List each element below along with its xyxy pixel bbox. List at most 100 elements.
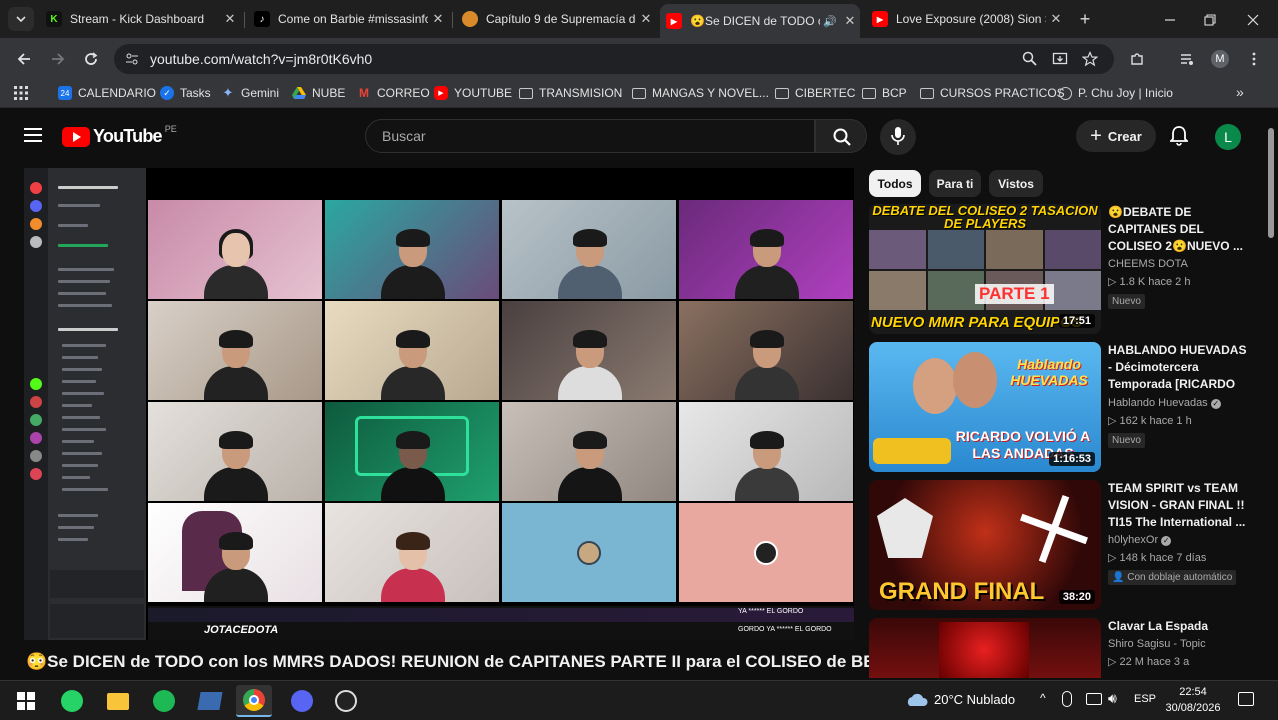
- channel-name[interactable]: Shiro Sagisu - Topic: [1108, 638, 1248, 650]
- video-thumbnail[interactable]: GRAND FINAL 38:20: [869, 480, 1101, 610]
- speaker-icon[interactable]: 🔊: [820, 15, 840, 28]
- chip-todos[interactable]: Todos: [869, 170, 921, 197]
- bookmark-mangas[interactable]: MANGAS Y NOVEL...: [632, 86, 769, 100]
- microphone-icon: [891, 127, 905, 145]
- taskbar-chrome[interactable]: [236, 685, 272, 717]
- close-window-button[interactable]: [1243, 10, 1263, 30]
- youtube-logo[interactable]: YouTube PE: [62, 124, 177, 147]
- channel-line: [58, 268, 114, 271]
- page-scrollbar[interactable]: [1264, 112, 1278, 678]
- taskbar-discord[interactable]: [284, 685, 320, 717]
- search-button[interactable]: [815, 119, 867, 153]
- logo-text: YouTube: [93, 126, 163, 146]
- apps-button[interactable]: [14, 86, 28, 105]
- bookmark-label: TRANSMISION: [539, 86, 623, 100]
- bookmark-bcp[interactable]: BCP: [862, 86, 907, 100]
- video-title[interactable]: TEAM SPIRIT vs TEAM VISION - GRAN FINAL …: [1108, 480, 1248, 531]
- browser-tab-1[interactable]: K Stream - Kick Dashboard ✕: [40, 6, 240, 32]
- video-title[interactable]: 😮DEBATE DE CAPITANES DEL COLISEO 2😮NUEVO…: [1108, 204, 1248, 255]
- address-bar[interactable]: youtube.com/watch?v=jm8r0tK6vh0: [114, 44, 1114, 74]
- browser-menu-button[interactable]: [1242, 47, 1266, 71]
- channel-line: [58, 328, 118, 331]
- chrome-icon: [243, 689, 265, 711]
- video-thumbnail[interactable]: [869, 618, 1101, 678]
- recommendation-item[interactable]: Clavar La Espada Shiro Sagisu - Topic ▷ …: [869, 618, 1249, 678]
- scrollbar-thumb[interactable]: [1268, 128, 1274, 238]
- reload-button[interactable]: [79, 47, 103, 71]
- restore-button[interactable]: [1200, 10, 1220, 30]
- video-title[interactable]: Clavar La Espada: [1108, 618, 1248, 635]
- browser-tab-4-active[interactable]: ▶ 😮Se DICEN de TODO c 🔊 ✕: [660, 4, 860, 38]
- back-button[interactable]: [12, 47, 36, 71]
- forward-button[interactable]: [46, 47, 70, 71]
- new-tab-button[interactable]: +: [1074, 8, 1096, 30]
- channel-line: [62, 452, 102, 455]
- bookmarks-overflow-button[interactable]: »: [1236, 84, 1244, 100]
- video-thumbnail[interactable]: Hablando HUEVADAS RICARDO VOLVIÓ A LAS A…: [869, 342, 1101, 472]
- bookmark-star-icon[interactable]: [1082, 51, 1098, 67]
- bookmark-transmision[interactable]: TRANSMISION: [519, 86, 622, 100]
- browser-tab-5[interactable]: ▶ Love Exposure (2008) Sion S ✕: [866, 6, 1066, 32]
- minimize-button[interactable]: [1160, 10, 1180, 30]
- create-button[interactable]: + Crear: [1076, 120, 1156, 152]
- recommendation-item[interactable]: DEBATE DEL COLISEO 2 TASACION DE PLAYERS…: [869, 204, 1249, 336]
- menu-button[interactable]: [24, 128, 42, 147]
- bookmark-tasks[interactable]: ✓ Tasks: [160, 86, 211, 100]
- microphone-tray-icon[interactable]: [1062, 691, 1072, 707]
- bookmark-cibertec[interactable]: CIBERTEC: [775, 86, 855, 100]
- language-indicator[interactable]: ESP: [1134, 693, 1156, 705]
- server-icon: [30, 218, 42, 230]
- tab-search-button[interactable]: [8, 7, 34, 31]
- close-icon[interactable]: ✕: [220, 11, 240, 27]
- video-title[interactable]: HABLANDO HUEVADAS - Décimotercera Tempor…: [1108, 342, 1248, 394]
- account-avatar[interactable]: L: [1215, 124, 1241, 150]
- install-app-icon[interactable]: [1052, 51, 1068, 67]
- taskbar-app[interactable]: [192, 685, 228, 717]
- video-thumbnail[interactable]: DEBATE DEL COLISEO 2 TASACION DE PLAYERS…: [869, 204, 1101, 334]
- search-input[interactable]: Buscar: [365, 119, 815, 153]
- bookmark-cursos[interactable]: CURSOS PRACTICOS: [920, 86, 1065, 100]
- bookmark-youtube[interactable]: ▶ YOUTUBE: [434, 86, 512, 100]
- tray-overflow-button[interactable]: ^: [1040, 691, 1046, 705]
- chip-vistos[interactable]: Vistos: [989, 170, 1043, 197]
- browser-tab-3[interactable]: Capítulo 9 de Supremacía de ✕: [456, 6, 656, 32]
- bookmark-correo[interactable]: M CORREO: [357, 86, 430, 100]
- profile-avatar[interactable]: M: [1211, 50, 1229, 68]
- channel-name[interactable]: Hablando Huevadas ✓: [1108, 397, 1248, 409]
- start-button[interactable]: [8, 685, 44, 717]
- taskbar-obs[interactable]: [328, 685, 364, 717]
- bell-icon: [1168, 126, 1190, 146]
- video-player[interactable]: JOTACEDOTA YA ****** EL GORDO GORDO YA *…: [24, 168, 854, 640]
- bookmark-calendario[interactable]: 24 CALENDARIO: [58, 86, 156, 100]
- close-icon[interactable]: ✕: [840, 13, 860, 29]
- notifications-center-button[interactable]: [1238, 692, 1254, 706]
- zoom-icon[interactable]: [1022, 51, 1038, 67]
- browser-tab-2[interactable]: ♪ Come on Barbie #missasinfo ✕: [248, 6, 448, 32]
- close-icon[interactable]: ✕: [428, 11, 448, 27]
- network-icon[interactable]: [1086, 693, 1102, 705]
- recommendation-item[interactable]: GRAND FINAL 38:20 TEAM SPIRIT vs TEAM VI…: [869, 480, 1249, 612]
- taskbar-explorer[interactable]: [100, 685, 136, 717]
- notifications-button[interactable]: [1168, 126, 1190, 151]
- channel-name[interactable]: h0lyhexOr ✓: [1108, 534, 1248, 546]
- taskbar-spotify[interactable]: [146, 685, 182, 717]
- channel-name[interactable]: CHEEMS DOTA: [1108, 258, 1248, 270]
- site-info-icon[interactable]: [124, 51, 140, 67]
- close-icon[interactable]: ✕: [1046, 11, 1066, 27]
- clock[interactable]: 22:54 30/08/2026: [1164, 684, 1222, 716]
- globe-icon: [1059, 86, 1072, 100]
- bookmark-gemini[interactable]: ✦ Gemini: [221, 85, 279, 100]
- recommendation-item[interactable]: Hablando HUEVADAS RICARDO VOLVIÓ A LAS A…: [869, 342, 1249, 474]
- media-controls-button[interactable]: [1175, 47, 1199, 71]
- channel-line: [58, 204, 100, 207]
- badge-label: Con doblaje automático: [1127, 572, 1233, 583]
- taskbar-whatsapp[interactable]: [54, 685, 90, 717]
- volume-icon[interactable]: 🔊︎: [1108, 690, 1117, 707]
- bookmark-pchujoy[interactable]: P. Chu Joy | Inicio: [1059, 86, 1173, 100]
- bookmark-nube[interactable]: NUBE: [292, 86, 345, 100]
- chip-para-ti[interactable]: Para ti: [929, 170, 981, 197]
- extensions-button[interactable]: [1125, 47, 1149, 71]
- close-icon[interactable]: ✕: [636, 11, 656, 27]
- weather-widget[interactable]: 20°C Nublado: [904, 691, 1015, 707]
- voice-search-button[interactable]: [880, 119, 916, 155]
